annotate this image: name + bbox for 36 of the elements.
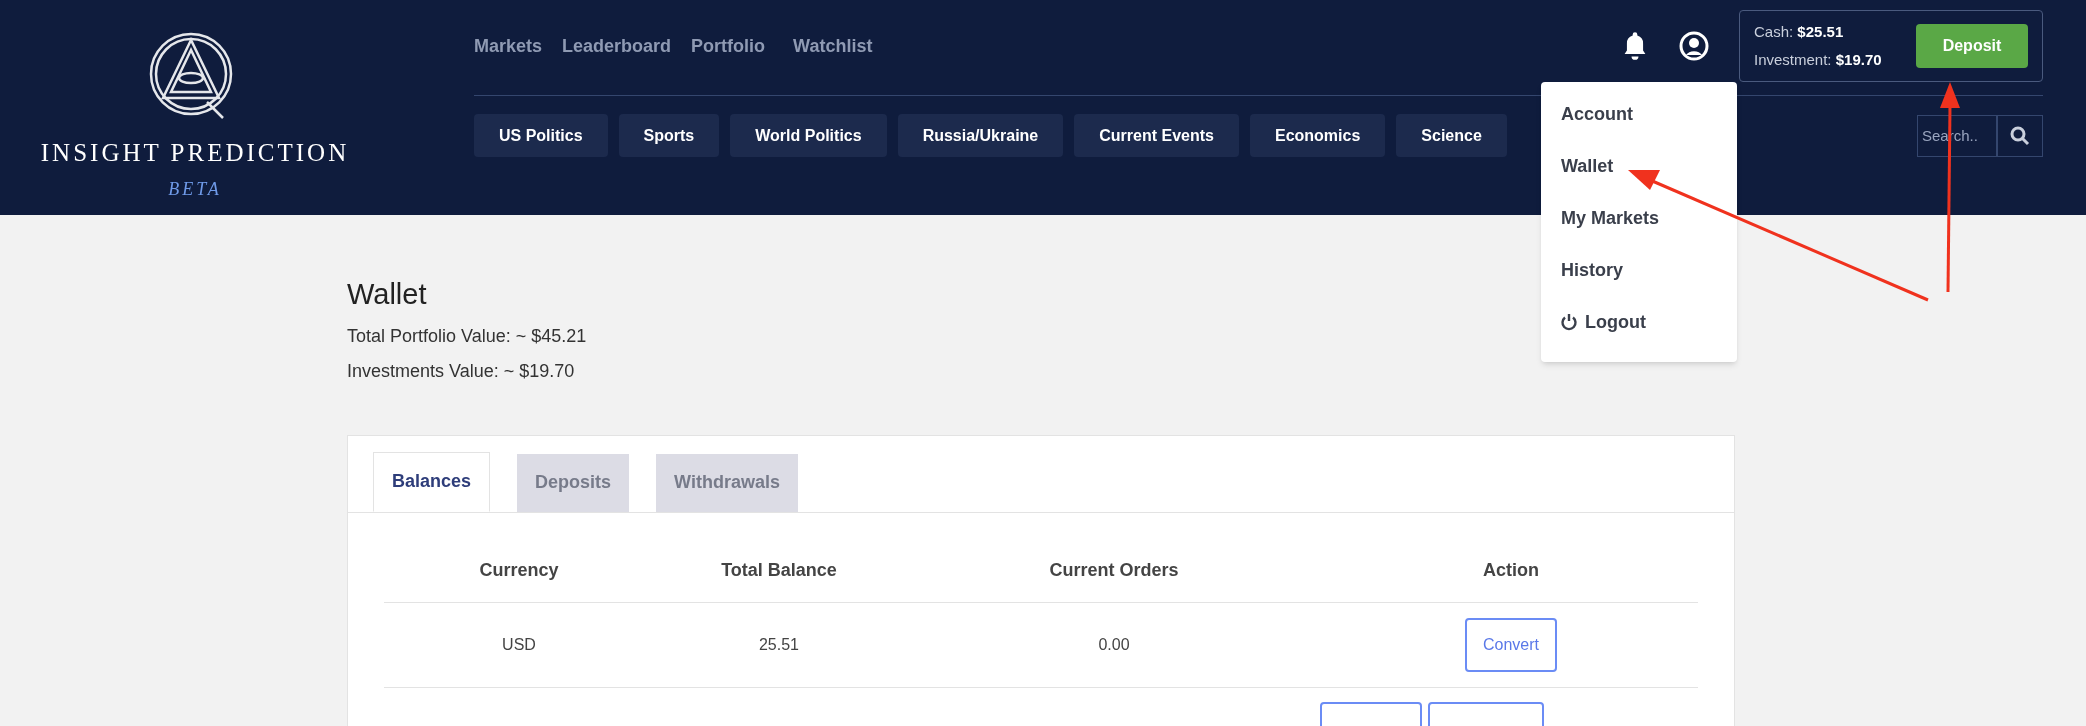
page-title: Wallet [347, 277, 428, 312]
search-button[interactable] [1997, 114, 2043, 157]
cash-balance: Cash: $25.51 [1754, 21, 1845, 42]
brand-tagline: BETA [168, 177, 222, 201]
column-header: Total Balance [720, 558, 838, 582]
user-icon[interactable] [1679, 31, 1709, 61]
category-button[interactable]: Science [1396, 114, 1507, 157]
summary-text: Total Portfolio Value: ~ $45.21 [347, 324, 587, 348]
category-button[interactable]: US Politics [474, 114, 608, 157]
nav-link[interactable]: Markets [474, 33, 543, 60]
power-icon [1561, 313, 1577, 331]
category-button[interactable]: Current Events [1074, 114, 1239, 157]
column-header: Current Orders [1048, 558, 1180, 582]
category-button[interactable]: World Politics [730, 114, 887, 157]
nav-link[interactable]: Leaderboard [562, 33, 672, 60]
brand-name: INSIGHT PREDICTION [40, 138, 350, 168]
nav-link[interactable]: Watchlist [793, 33, 873, 60]
category-button[interactable]: Russia/Ukraine [897, 114, 1064, 157]
category-button[interactable]: Sports [618, 114, 720, 157]
column-header: Currency [478, 558, 560, 582]
table-cell-text: 25.51 [757, 634, 800, 655]
nav-link[interactable]: Portfolio [691, 33, 766, 60]
menu-item[interactable]: History [1561, 256, 1737, 284]
convert-button[interactable]: Convert [1465, 617, 1557, 672]
table-cell-text: USD [501, 634, 537, 655]
summary-text: Investments Value: ~ $19.70 [347, 359, 575, 383]
menu-item[interactable]: Account [1561, 100, 1737, 128]
investment-balance: Investment: $19.70 [1754, 50, 1882, 70]
table-cell-text: 0.00 [1097, 634, 1131, 655]
menu-item[interactable]: Logout [1561, 308, 1737, 336]
category-button[interactable]: Economics [1249, 114, 1386, 157]
column-header: Action [1482, 558, 1540, 582]
tab[interactable]: Balances [373, 451, 491, 512]
menu-item[interactable]: Wallet [1561, 152, 1737, 180]
menu-item[interactable]: My Markets [1561, 204, 1737, 232]
search-icon [2010, 125, 2030, 146]
